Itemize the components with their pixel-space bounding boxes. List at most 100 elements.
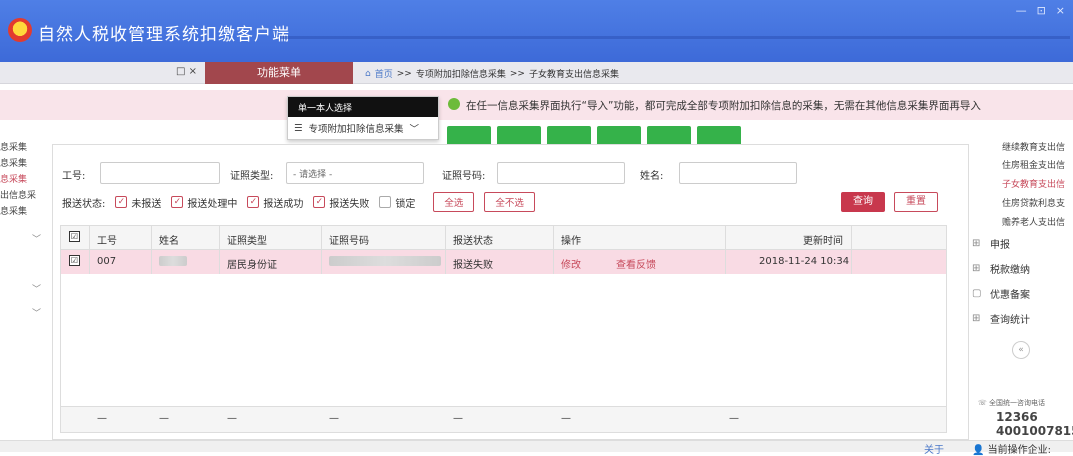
current-corp-text: 当前操作企业: bbox=[987, 445, 1052, 456]
edit-link[interactable]: 修改 bbox=[561, 256, 581, 271]
menu-icon: ☰ bbox=[294, 122, 303, 134]
submenu-item[interactable]: 赡养老人支出信 bbox=[1002, 215, 1065, 228]
cell-id-type: 居民身份证 bbox=[227, 260, 277, 271]
dropdown-item[interactable]: ☰ 专项附加扣除信息采集 ﹀ bbox=[288, 117, 438, 139]
checkbox-processing[interactable]: ✓ bbox=[171, 196, 184, 208]
submenu-item[interactable]: 继续教育支出信 bbox=[1002, 140, 1065, 153]
nav-tax-payment[interactable]: ⊞ 税款缴纳 bbox=[972, 261, 1030, 277]
checkbox-unsubmitted[interactable]: ✓ bbox=[115, 196, 128, 208]
grid-icon: ⊞ bbox=[972, 262, 981, 274]
breadcrumb: ⌂ 首页 >> 专项附加扣除信息采集 >> 子女教育支出信息采集 bbox=[365, 67, 619, 81]
sidebar-item[interactable]: 息采集 bbox=[0, 206, 27, 218]
view-feedback-link[interactable]: 查看反馈 bbox=[616, 256, 656, 271]
toolbar-button[interactable] bbox=[697, 126, 741, 146]
user-icon: 👤 bbox=[972, 445, 985, 456]
phone-icon: ☏ 全国统一咨询电话 bbox=[978, 399, 1045, 407]
nav-label: 优惠备案 bbox=[990, 290, 1030, 301]
nav-label: 查询统计 bbox=[990, 315, 1030, 326]
id-type-select[interactable]: - 请选择 - bbox=[286, 162, 424, 184]
query-button[interactable]: 查询 bbox=[841, 192, 885, 212]
close-button[interactable]: × bbox=[1056, 4, 1065, 17]
cell-updated: 2018-11-24 10:34 bbox=[759, 256, 850, 267]
footer-cell: — bbox=[97, 413, 107, 424]
chevron-down-icon: ﹀ bbox=[409, 124, 420, 135]
id-label: 工号: bbox=[62, 171, 86, 182]
grid-icon: ⊞ bbox=[972, 312, 981, 324]
checkbox-label: 锁定 bbox=[395, 198, 416, 210]
about-link[interactable]: 关于 bbox=[924, 441, 944, 456]
chevron-down-icon[interactable]: ﹀ bbox=[32, 282, 41, 295]
nav-preferential[interactable]: ▢ 优惠备案 bbox=[972, 286, 1030, 302]
toolbar-button[interactable] bbox=[647, 126, 691, 146]
column-header: 更新时间 bbox=[803, 236, 843, 247]
cell-status: 报送失败 bbox=[453, 260, 493, 271]
phone-number: 12366 bbox=[996, 410, 1038, 424]
select-all-checkbox[interactable]: ☑ bbox=[69, 231, 80, 242]
checkbox-label: 报送失败 bbox=[329, 198, 370, 210]
select-all-button[interactable]: 全选 bbox=[433, 192, 475, 212]
function-menu-header[interactable]: 功能菜单 bbox=[205, 62, 353, 84]
column-header: 工号 bbox=[97, 236, 117, 247]
reset-button[interactable]: 重置 bbox=[894, 192, 938, 212]
footer-cell: — bbox=[453, 413, 463, 424]
current-corp-label: 👤 当前操作企业: bbox=[972, 441, 1051, 456]
toolbar-button[interactable] bbox=[597, 126, 641, 146]
id-input[interactable] bbox=[100, 162, 220, 184]
footer-cell: — bbox=[159, 413, 169, 424]
sidebar-item[interactable]: 息采集 bbox=[0, 142, 27, 154]
nav-declare[interactable]: ⊞ 申报 bbox=[972, 236, 1010, 252]
breadcrumb-level2: 子女教育支出信息采集 bbox=[528, 70, 619, 80]
row-checkbox[interactable]: ☑ bbox=[69, 255, 80, 266]
submenu-item[interactable]: 住房租金支出信 bbox=[1002, 158, 1065, 171]
column-header: 证照类型 bbox=[227, 236, 267, 247]
id-number-input[interactable] bbox=[497, 162, 625, 184]
toolbar-button[interactable] bbox=[447, 126, 491, 146]
checkbox-label: 报送成功 bbox=[263, 198, 304, 210]
name-label: 姓名: bbox=[640, 171, 664, 182]
id-type-value: - 请选择 - bbox=[293, 170, 333, 180]
tab-bar: □ × 功能菜单 ⌂ 首页 >> 专项附加扣除信息采集 >> 子女教育支出信息采… bbox=[0, 62, 1073, 84]
menu-dropdown: 单一本人选择 ☰ 专项附加扣除信息采集 ﹀ bbox=[287, 96, 439, 140]
sidebar-item[interactable]: 息采集 bbox=[0, 174, 27, 186]
submenu-item[interactable]: 子女教育支出信 bbox=[1002, 177, 1065, 190]
tab-close-icon[interactable]: □ × bbox=[176, 66, 197, 77]
checkbox-success[interactable]: ✓ bbox=[247, 196, 260, 208]
title-stripe bbox=[280, 36, 1070, 39]
home-icon[interactable]: ⌂ bbox=[365, 69, 371, 79]
checkbox-locked[interactable] bbox=[379, 196, 392, 208]
submenu-item[interactable]: 住房贷款利息支 bbox=[1002, 196, 1065, 209]
nav-query-stats[interactable]: ⊞ 查询统计 bbox=[972, 311, 1030, 327]
table-header: ☑ 工号 姓名 证照类型 证照号码 报送状态 操作 更新时间 bbox=[61, 226, 946, 250]
checkbox-label: 报送处理中 bbox=[187, 198, 238, 210]
footer-cell: — bbox=[329, 413, 339, 424]
chevron-down-icon[interactable]: ﹀ bbox=[32, 232, 41, 245]
dropdown-item[interactable]: 单一本人选择 bbox=[288, 97, 438, 117]
toolbar-button[interactable] bbox=[497, 126, 541, 146]
table-footer: — — — — — — — bbox=[61, 406, 946, 432]
app-title: 自然人税收管理系统扣缴客户端 bbox=[38, 25, 290, 45]
status-label: 报送状态: bbox=[62, 198, 106, 210]
table-row[interactable]: ☑ 007 居民身份证 报送失败 修改 查看反馈 2018-11-24 10:3… bbox=[61, 250, 946, 274]
left-sidebar: 息采集 息采集 息采集 出信息采 息采集 ﹀ ﹀ ﹀ bbox=[0, 136, 50, 416]
select-none-button[interactable]: 全不选 bbox=[484, 192, 535, 212]
footer-cell: — bbox=[729, 413, 739, 424]
breadcrumb-home[interactable]: 首页 bbox=[375, 67, 393, 80]
breadcrumb-level1[interactable]: 专项附加扣除信息采集 bbox=[416, 67, 506, 80]
toolbar-button[interactable] bbox=[547, 126, 591, 146]
name-input[interactable] bbox=[679, 162, 797, 184]
collapse-button[interactable]: « bbox=[1012, 341, 1030, 359]
sidebar-item[interactable]: 息采集 bbox=[0, 158, 27, 170]
phone-number: 4001007815 bbox=[996, 424, 1073, 438]
cell-id: 007 bbox=[97, 256, 117, 267]
minimize-button[interactable]: — bbox=[1016, 4, 1027, 17]
breadcrumb-sep: >> bbox=[509, 68, 525, 79]
checkbox-label: 未报送 bbox=[131, 198, 162, 210]
chevron-down-icon[interactable]: ﹀ bbox=[32, 306, 41, 319]
status-filter: 报送状态: ✓ 未报送 ✓ 报送处理中 ✓ 报送成功 ✓ 报送失败 锁定 全选 … bbox=[62, 192, 535, 212]
checkbox-failed[interactable]: ✓ bbox=[313, 196, 326, 208]
document-icon: ▢ bbox=[972, 287, 982, 299]
footer-cell: — bbox=[227, 413, 237, 424]
sidebar-item[interactable]: 出信息采 bbox=[0, 190, 36, 202]
restore-button[interactable]: ⊡ bbox=[1037, 4, 1046, 17]
nav-label: 税款缴纳 bbox=[990, 265, 1030, 276]
